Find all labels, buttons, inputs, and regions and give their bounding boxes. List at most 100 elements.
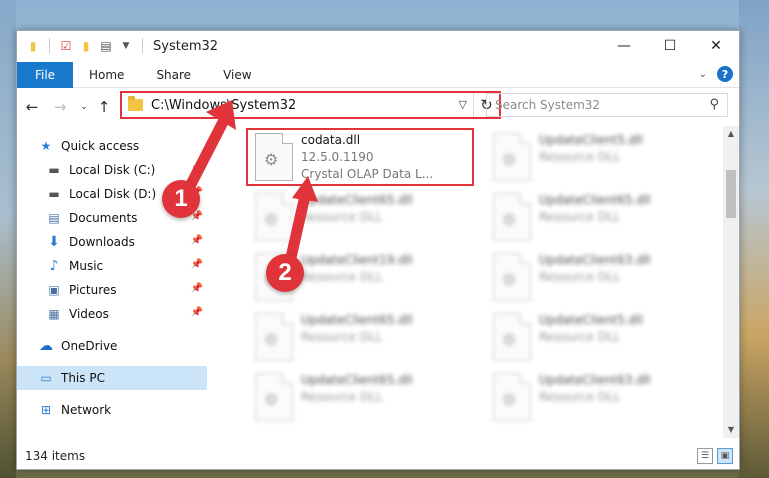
toolbar-divider bbox=[49, 38, 50, 54]
maximize-button[interactable]: ☐ bbox=[647, 31, 693, 61]
desktop-background-left bbox=[0, 0, 16, 478]
sidebar-item-downloads[interactable]: ⬇ Downloads 📌 bbox=[17, 230, 207, 254]
dll-file-icon: ⚙ bbox=[255, 373, 293, 421]
dll-file-icon: ⚙ bbox=[493, 253, 531, 301]
file-tile[interactable]: ⚙ UpdateClient5.dll Resource DLL bbox=[485, 130, 705, 184]
drive-icon: ▬ bbox=[48, 163, 60, 177]
customize-toolbar-icon[interactable]: ▤ bbox=[98, 38, 114, 54]
pin-icon[interactable]: 📌 bbox=[191, 307, 203, 318]
scroll-up-arrow-icon[interactable]: ▲ bbox=[723, 126, 739, 142]
documents-icon: ▤ bbox=[48, 211, 60, 225]
file-description: Resource DLL bbox=[539, 270, 621, 284]
gear-icon: ⚙ bbox=[264, 150, 279, 169]
vertical-scrollbar[interactable]: ▲ ▼ bbox=[723, 126, 739, 438]
pin-icon[interactable]: 📌 bbox=[191, 283, 203, 294]
item-count: 134 items bbox=[25, 449, 86, 463]
step-1-badge: 1 bbox=[162, 180, 200, 218]
file-tile[interactable]: ⚙ UpdateClient65.dll Resource DLL bbox=[247, 310, 467, 364]
gear-icon: ⚙ bbox=[502, 270, 517, 289]
search-input[interactable] bbox=[495, 98, 695, 112]
file-description: Resource DLL bbox=[539, 390, 621, 404]
pin-icon[interactable]: 📌 bbox=[191, 259, 203, 270]
file-name: UpdateClient63.dll bbox=[539, 253, 651, 267]
sidebar-item-label: OneDrive bbox=[61, 339, 118, 353]
gear-icon: ⚙ bbox=[264, 210, 279, 229]
file-tile[interactable]: ⚙ UpdateClient63.dll Resource DLL bbox=[485, 370, 705, 424]
file-name: UpdateClient5.dll bbox=[539, 313, 643, 327]
chevron-down-icon[interactable]: ▽ bbox=[459, 98, 467, 111]
sidebar-item-music[interactable]: ♪ Music 📌 bbox=[17, 254, 207, 278]
sidebar-item-onedrive[interactable]: ☁ OneDrive bbox=[17, 334, 207, 358]
minimize-button[interactable]: — bbox=[601, 31, 647, 61]
help-icon[interactable]: ? bbox=[717, 66, 733, 82]
new-folder-icon[interactable]: ▮ bbox=[78, 38, 94, 54]
file-description: Resource DLL bbox=[301, 330, 383, 344]
address-path[interactable]: C:\Windows\System32 bbox=[151, 98, 296, 113]
gear-icon: ⚙ bbox=[502, 390, 517, 409]
properties-icon[interactable]: ☑ bbox=[58, 38, 74, 54]
sidebar-item-local-disk-c[interactable]: ▬ Local Disk (C:) 📌 bbox=[17, 158, 207, 182]
videos-icon: ▦ bbox=[48, 307, 60, 321]
toolbar-divider bbox=[142, 38, 143, 54]
file-description: Resource DLL bbox=[539, 330, 621, 344]
search-icon[interactable]: ⚲ bbox=[709, 97, 719, 112]
file-description: Resource DLL bbox=[301, 390, 383, 404]
sidebar-item-pictures[interactable]: ▣ Pictures 📌 bbox=[17, 278, 207, 302]
dll-file-icon: ⚙ bbox=[493, 193, 531, 241]
tab-share[interactable]: Share bbox=[140, 62, 207, 88]
large-icons-view-icon[interactable]: ▣ bbox=[717, 448, 733, 464]
search-box[interactable]: ⚲ bbox=[486, 93, 728, 117]
sidebar-item-this-pc[interactable]: ▭ This PC bbox=[17, 366, 207, 390]
file-tile[interactable]: ⚙ UpdateClient65.dll Resource DLL bbox=[247, 190, 467, 244]
file-description: Resource DLL bbox=[539, 150, 621, 164]
sidebar-item-label: Videos bbox=[69, 307, 109, 321]
tab-home[interactable]: Home bbox=[73, 62, 140, 88]
scroll-down-arrow-icon[interactable]: ▼ bbox=[723, 422, 739, 438]
sidebar-item-network[interactable]: ⊞ Network bbox=[17, 398, 207, 422]
recent-locations-icon[interactable]: ⌄ bbox=[75, 98, 93, 116]
music-icon: ♪ bbox=[49, 258, 59, 274]
file-name: UpdateClient5.dll bbox=[539, 133, 643, 147]
expand-ribbon-icon[interactable]: ⌄ bbox=[699, 69, 707, 80]
ribbon-tabs: File Home Share View ⌄ ? bbox=[17, 61, 739, 88]
sidebar-item-label: Pictures bbox=[69, 283, 117, 297]
gear-icon: ⚙ bbox=[502, 330, 517, 349]
file-tile-codata[interactable]: ⚙ codata.dll 12.5.0.1190 Crystal OLAP Da… bbox=[247, 130, 467, 184]
back-arrow-icon[interactable]: ← bbox=[23, 98, 41, 116]
chevron-down-icon[interactable]: ▼ bbox=[118, 38, 134, 54]
up-arrow-icon[interactable]: ↑ bbox=[95, 98, 113, 116]
cloud-icon: ☁ bbox=[39, 338, 53, 354]
pin-icon[interactable]: 📌 bbox=[191, 163, 203, 174]
details-view-icon[interactable]: ☰ bbox=[697, 448, 713, 464]
sidebar-item-label: Local Disk (D:) bbox=[69, 187, 157, 201]
tab-view[interactable]: View bbox=[207, 62, 267, 88]
dll-file-icon: ⚙ bbox=[493, 313, 531, 361]
scrollbar-thumb[interactable] bbox=[726, 170, 736, 218]
file-tile[interactable]: ⚙ UpdateClient65.dll Resource DLL bbox=[485, 190, 705, 244]
desktop-background-right bbox=[739, 0, 769, 478]
tab-file[interactable]: File bbox=[17, 61, 73, 88]
gear-icon: ⚙ bbox=[502, 150, 517, 169]
sidebar-item-quick-access[interactable]: ★ Quick access bbox=[17, 134, 207, 158]
network-icon: ⊞ bbox=[40, 403, 52, 417]
view-toggle: ☰ ▣ bbox=[697, 448, 733, 464]
sidebar-item-label: Music bbox=[69, 259, 104, 273]
forward-arrow-icon[interactable]: → bbox=[51, 98, 69, 116]
dll-file-icon: ⚙ bbox=[493, 373, 531, 421]
computer-icon: ▭ bbox=[40, 371, 52, 385]
gear-icon: ⚙ bbox=[264, 330, 279, 349]
sidebar-item-label: This PC bbox=[61, 371, 105, 385]
pin-icon[interactable]: 📌 bbox=[191, 235, 203, 246]
sidebar-item-videos[interactable]: ▦ Videos 📌 bbox=[17, 302, 207, 326]
close-button[interactable]: ✕ bbox=[693, 31, 739, 61]
folder-icon[interactable]: ▮ bbox=[25, 38, 41, 54]
gear-icon: ⚙ bbox=[502, 210, 517, 229]
file-tile[interactable]: ⚙ UpdateClient5.dll Resource DLL bbox=[485, 310, 705, 364]
file-tile[interactable]: ⚙ UpdateClient65.dll Resource DLL bbox=[247, 370, 467, 424]
window-title: System32 bbox=[153, 38, 219, 54]
dll-file-icon: ⚙ bbox=[255, 133, 293, 181]
file-name: UpdateClient65.dll bbox=[539, 193, 651, 207]
file-tile[interactable]: ⚙ UpdateClient63.dll Resource DLL bbox=[485, 250, 705, 304]
navigation-bar: ← → ⌄ ↑ C:\Windows\System32 ▽ ↻ ⚲ bbox=[17, 88, 739, 126]
address-bar[interactable]: C:\Windows\System32 ▽ ↻ bbox=[120, 91, 501, 119]
